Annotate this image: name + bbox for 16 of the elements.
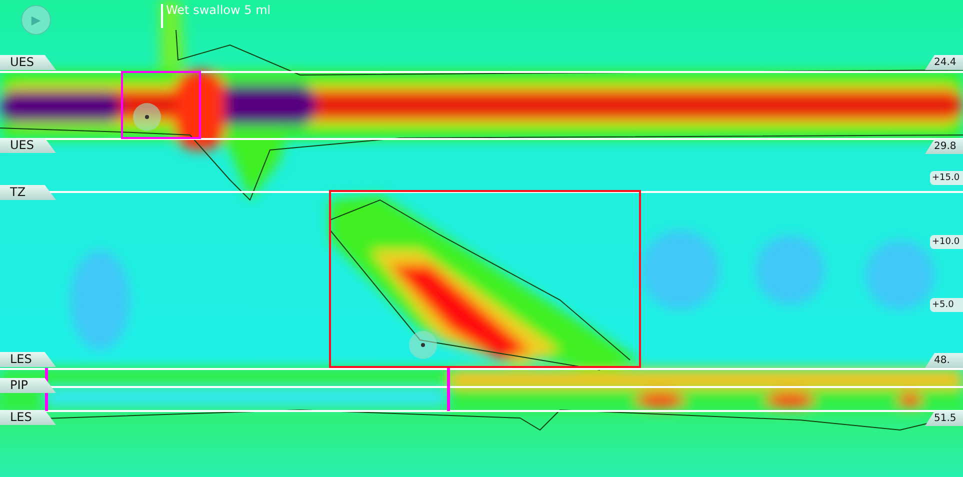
marker-line[interactable] (447, 368, 450, 411)
sensor-label[interactable]: UES (0, 138, 56, 153)
sensor-label[interactable]: LES (0, 410, 56, 425)
swallow-marker-line (161, 4, 163, 28)
probe-point-icon[interactable] (133, 103, 161, 131)
contraction-box[interactable] (329, 190, 641, 368)
sensor-label[interactable]: LES (0, 352, 56, 367)
sensor-label[interactable]: UES (0, 55, 56, 70)
swallow-label: Wet swallow 5 ml (166, 3, 271, 17)
probe-point-icon[interactable] (409, 331, 437, 359)
scale-label: +15.0 (930, 171, 963, 185)
sensor-label[interactable]: PIP (0, 378, 56, 393)
scale-label: +5.0 (930, 298, 963, 312)
selection-box[interactable] (121, 71, 201, 139)
sensor-label[interactable]: TZ (0, 185, 56, 200)
scale-label: +10.0 (930, 235, 963, 249)
